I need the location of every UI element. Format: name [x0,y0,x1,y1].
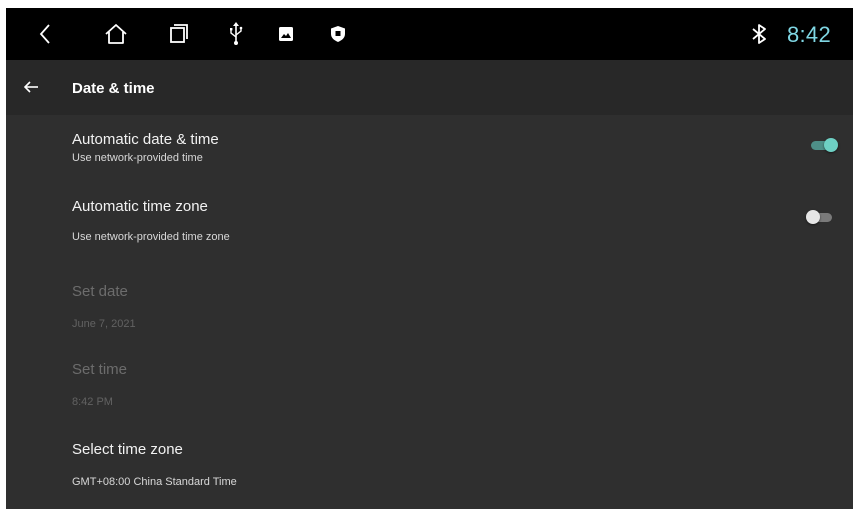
set-time-item: Set time 8:42 PM [6,343,853,423]
item-summary: GMT+08:00 China Standard Time [72,476,237,488]
automatic-date-time-item[interactable]: Automatic date & time Use network-provid… [6,115,853,183]
arrow-left-icon[interactable] [18,74,44,100]
bluetooth-icon [749,8,769,60]
item-title: Automatic date & time [72,131,219,148]
item-summary: June 7, 2021 [72,318,136,330]
usb-icon [226,8,246,60]
image-icon [276,8,296,60]
status-bar: 8:42 [6,8,853,60]
item-title: Automatic time zone [72,198,208,215]
item-summary: Use network-provided time zone [72,231,230,243]
set-date-item: Set date June 7, 2021 [6,263,853,343]
status-clock: 8:42 [786,22,831,47]
recents-icon[interactable] [166,8,192,60]
back-nav-icon[interactable] [32,8,58,60]
android-screen: 8:42 Date & time Automatic date & time U… [6,8,853,509]
select-time-zone-item[interactable]: Select time zone GMT+08:00 China Standar… [6,423,853,509]
app-bar: Date & time [6,60,853,115]
item-title: Set time [72,361,128,378]
toggle-thumb [806,210,820,224]
settings-list: Automatic date & time Use network-provid… [6,115,853,509]
item-summary: 8:42 PM [72,396,113,408]
item-title: Set date [72,283,128,300]
page-title: Date & time [72,80,155,97]
shield-icon [328,8,348,60]
automatic-time-zone-item[interactable]: Automatic time zone Use network-provided… [6,183,853,263]
item-summary: Use network-provided time [72,152,203,164]
automatic-date-time-toggle[interactable] [809,137,839,153]
automatic-time-zone-toggle[interactable] [806,209,836,225]
home-icon[interactable] [101,8,131,60]
item-title: Select time zone [72,441,183,458]
toggle-thumb [824,138,838,152]
